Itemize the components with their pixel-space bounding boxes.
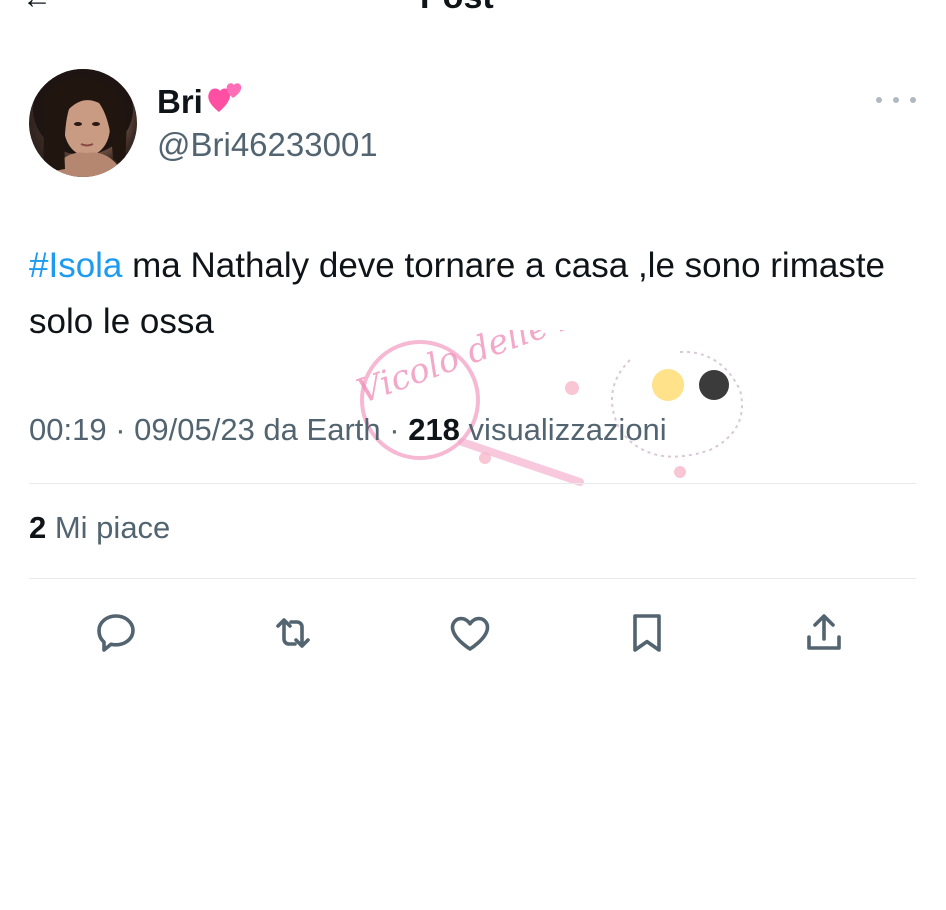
divider <box>29 483 916 484</box>
hashtag-link[interactable]: #Isola <box>29 246 122 285</box>
like-button[interactable] <box>445 608 495 658</box>
more-options-button[interactable] <box>876 90 916 110</box>
arrow-left-icon: ← <box>22 0 52 15</box>
likes-label: Mi piace <box>46 510 171 545</box>
tweet-detail-page: ← Post Bri @Bri46233001 #Isola ma Nathal… <box>0 0 946 910</box>
tweet-meta: 00:19 · 09/05/23 da Earth · 218 visualiz… <box>29 412 667 448</box>
divider <box>29 578 916 579</box>
tweet-time: 00:19 <box>29 412 107 447</box>
more-dot-icon <box>876 97 882 103</box>
share-button[interactable] <box>799 608 849 658</box>
more-dot-icon <box>910 97 916 103</box>
meta-separator: · <box>380 412 409 447</box>
back-button[interactable]: ← <box>22 0 52 16</box>
likes-stat[interactable]: 2 Mi piace <box>29 510 170 546</box>
retweet-icon <box>276 618 310 648</box>
meta-separator: · <box>106 412 135 447</box>
retweet-button[interactable] <box>268 608 318 658</box>
display-name[interactable]: Bri <box>157 78 245 126</box>
bookmark-icon <box>633 614 661 652</box>
bookmark-button[interactable] <box>622 608 672 658</box>
source-prefix: da <box>254 412 307 447</box>
user-handle[interactable]: @Bri46233001 <box>157 126 378 164</box>
views-label: visualizzazioni <box>459 412 667 447</box>
more-dot-icon <box>893 97 899 103</box>
likes-count: 2 <box>29 510 47 545</box>
hearts-emoji <box>205 78 245 126</box>
action-bar <box>0 608 946 658</box>
tweet-text: #Isola ma Nathaly deve tornare a casa ,l… <box>29 238 919 350</box>
tweet-source[interactable]: Earth <box>307 412 381 447</box>
views-count: 218 <box>408 412 460 447</box>
tweet-body: ma Nathaly deve tornare a casa ,le sono … <box>29 246 886 341</box>
page-title: Post <box>420 0 494 17</box>
avatar[interactable] <box>29 69 137 177</box>
reply-button[interactable] <box>91 608 141 658</box>
tweet-date: 09/05/23 <box>134 412 255 447</box>
reply-icon <box>97 614 135 652</box>
display-name-text: Bri <box>157 83 203 120</box>
avatar-image <box>33 69 133 177</box>
share-icon <box>807 614 841 650</box>
heart-icon <box>450 616 490 651</box>
